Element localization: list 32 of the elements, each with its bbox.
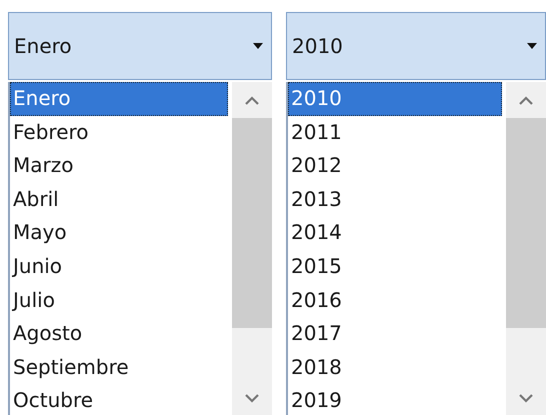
dropdown-option[interactable]: Febrero [10,116,228,150]
dropdown-option[interactable]: Enero [10,82,228,116]
dropdown-option[interactable]: 2016 [288,284,502,318]
scroll-up-icon[interactable] [245,96,259,104]
scrollbar-thumb[interactable] [506,118,546,328]
dropdown-option[interactable]: 2013 [288,182,502,216]
dropdown-option[interactable]: Agosto [10,317,228,351]
dropdown-option[interactable]: Septiembre [10,350,228,384]
dropdown-option[interactable]: Marzo [10,149,228,183]
dropdown-option[interactable]: 2019 [288,384,502,415]
dropdown-option[interactable]: 2014 [288,216,502,250]
dropdown-option[interactable]: Abril [10,182,228,216]
dropdown-option[interactable]: Mayo [10,216,228,250]
dropdown-option[interactable]: Octubre [10,384,228,415]
scrollbar-thumb[interactable] [232,118,272,328]
scrollbar[interactable] [506,82,546,415]
scroll-up-icon[interactable] [519,96,533,104]
dropdown-option[interactable]: 2017 [288,317,502,351]
dropdown-option[interactable]: Julio [10,284,228,318]
dropdown-option[interactable]: 2015 [288,250,502,284]
dropdown[interactable]: 2010 [286,12,546,80]
caret-icon [527,43,537,49]
dropdown-option[interactable]: 2011 [288,116,502,150]
dropdown[interactable]: Enero [8,12,272,80]
dropdown-option[interactable]: Junio [10,250,228,284]
dropdown-option[interactable]: 2012 [288,149,502,183]
caret-icon [253,43,263,49]
dropdown-option[interactable]: 2010 [288,82,502,116]
scroll-down-icon[interactable] [245,394,259,402]
scroll-down-icon[interactable] [519,394,533,402]
dropdown-option[interactable]: 2018 [288,350,502,384]
scrollbar[interactable] [232,82,272,415]
